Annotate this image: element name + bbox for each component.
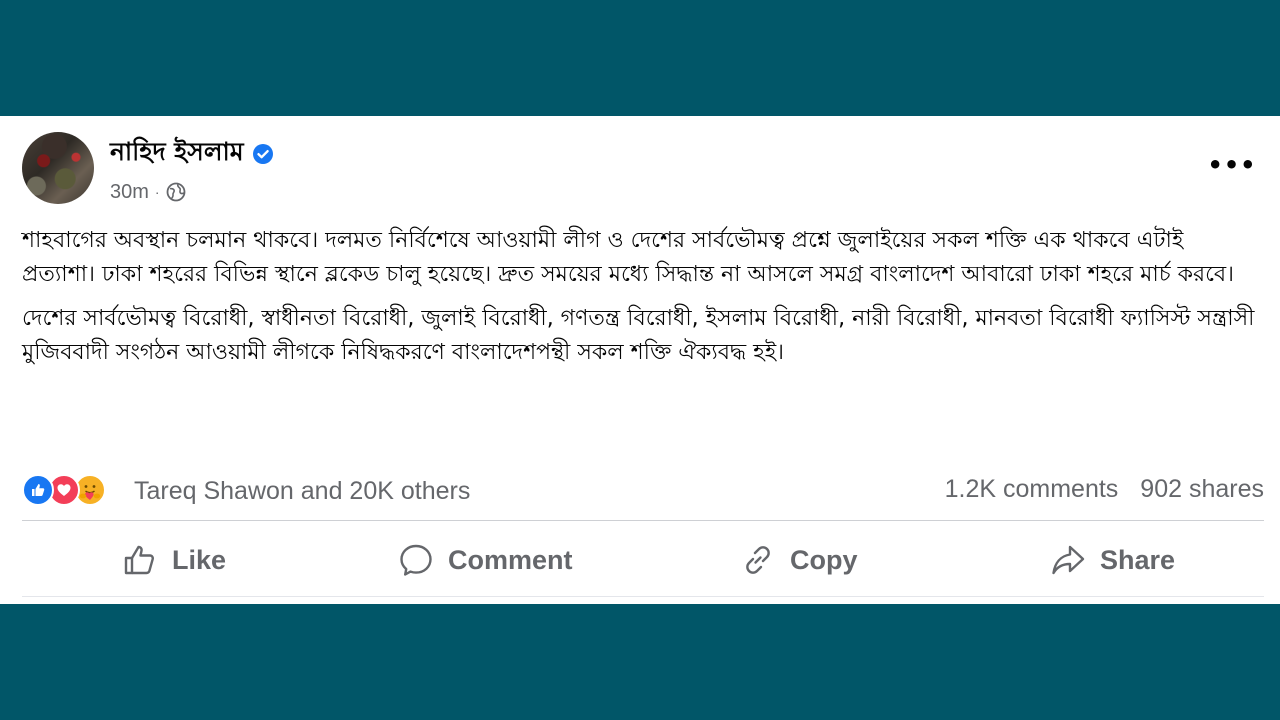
share-icon bbox=[1052, 545, 1085, 575]
engagement-counts: 1.2K comments 902 shares bbox=[945, 474, 1264, 504]
share-label: Share bbox=[1100, 544, 1176, 575]
link-icon bbox=[746, 546, 770, 574]
more-options-button[interactable]: ••• bbox=[1207, 150, 1255, 180]
avatar[interactable] bbox=[22, 132, 94, 204]
post-text: শাহবাগের অবস্থান চলমান থাকবে। দলমত নির্ব… bbox=[22, 224, 1262, 380]
post-meta: 30m · bbox=[110, 180, 186, 204]
post-author: নাহিদ ইসলাম bbox=[110, 136, 274, 168]
globe-icon[interactable] bbox=[166, 182, 186, 202]
comment-button[interactable]: Comment bbox=[398, 530, 573, 590]
reaction-icons[interactable] bbox=[22, 474, 106, 506]
more-options-icon: ••• bbox=[1207, 151, 1257, 179]
post-paragraph: শাহবাগের অবস্থান চলমান থাকবে। দলমত নির্ব… bbox=[22, 228, 1235, 287]
copy-label: Copy bbox=[790, 544, 858, 575]
meta-separator: · bbox=[154, 184, 160, 200]
post-time[interactable]: 30m bbox=[110, 180, 149, 204]
copy-button[interactable]: Copy bbox=[740, 530, 858, 590]
like-label: Like bbox=[172, 544, 227, 575]
divider bbox=[22, 520, 1264, 521]
comments-count[interactable]: 1.2K comments bbox=[945, 474, 1119, 504]
like-icon bbox=[124, 545, 154, 575]
reactors-summary[interactable]: Tareq Shawon and 20K others bbox=[134, 476, 470, 506]
shares-count[interactable]: 902 shares bbox=[1140, 474, 1264, 504]
comment-label: Comment bbox=[448, 544, 573, 575]
comment-icon bbox=[400, 544, 432, 576]
like-button[interactable]: Like bbox=[122, 530, 226, 590]
verified-badge-icon bbox=[252, 141, 274, 164]
post-actions: Like Comment Copy Share bbox=[22, 530, 1264, 590]
like-reaction-icon bbox=[22, 474, 54, 506]
post-paragraph: দেশের সার্বভৌমত্ব বিরোধী, স্বাধীনতা বিরো… bbox=[22, 306, 1255, 365]
author-name[interactable]: নাহিদ ইসলাম bbox=[110, 136, 244, 168]
divider bbox=[22, 596, 1264, 597]
share-button[interactable]: Share bbox=[1050, 530, 1175, 590]
